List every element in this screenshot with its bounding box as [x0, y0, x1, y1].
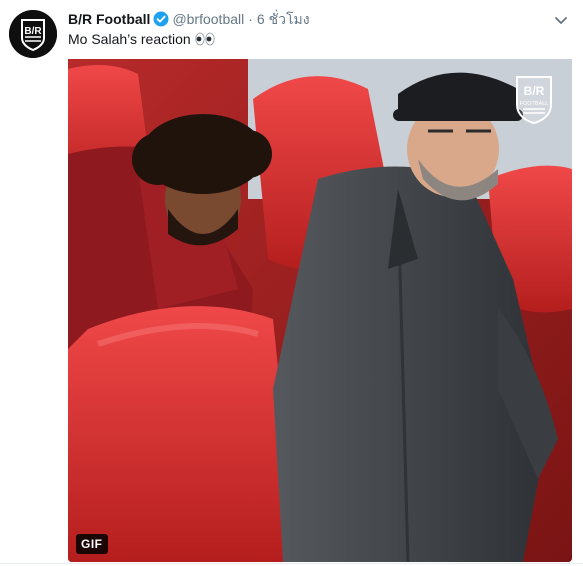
eyes-emoji-icon — [195, 31, 215, 51]
author-name[interactable]: B/R Football — [68, 11, 150, 27]
meta-separator: · — [248, 11, 253, 27]
gif-frame-illustration — [68, 59, 572, 562]
gif-badge: GIF — [76, 534, 108, 554]
tweet-text: Mo Salah’s reaction — [68, 29, 215, 51]
watermark-logo-text: B/R — [524, 84, 545, 98]
br-football-watermark-icon: B/R FOOTBALL — [514, 75, 554, 125]
author-handle[interactable]: @brfootball — [172, 11, 244, 27]
br-shield-logo-icon: B/R — [9, 10, 57, 58]
gif-media[interactable]: B/R FOOTBALL GIF — [68, 59, 572, 562]
chevron-down-icon[interactable] — [553, 12, 569, 28]
avatar-logo-text: B/R — [24, 26, 42, 37]
tweet-divider — [0, 563, 583, 564]
author-avatar[interactable]: B/R — [9, 10, 57, 58]
tweet-card[interactable]: B/R B/R Football @brfootball · 6 ชั่วโมง Mo… — [0, 0, 583, 566]
tweet-timestamp[interactable]: 6 ชั่วโมง — [257, 11, 310, 27]
tweet-text-content: Mo Salah’s reaction — [68, 31, 191, 47]
watermark-sub-text: FOOTBALL — [520, 101, 549, 107]
